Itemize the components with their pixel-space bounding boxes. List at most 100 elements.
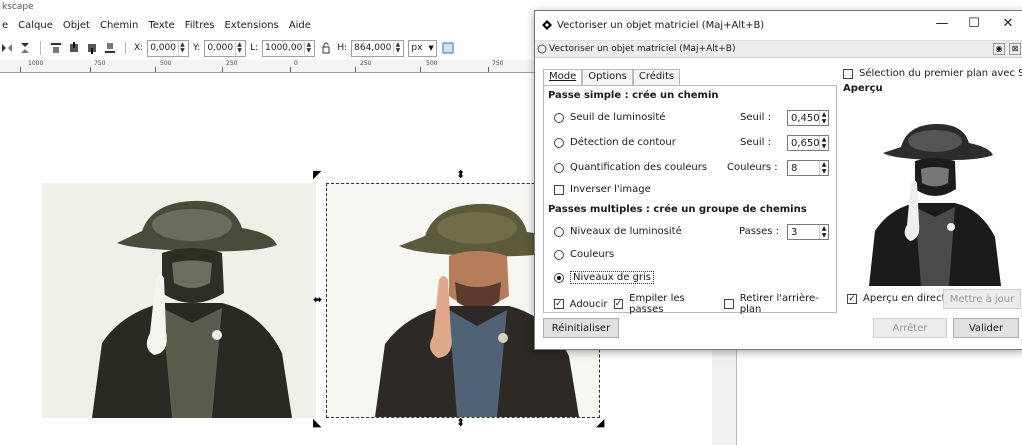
colors-label: Couleurs :: [727, 162, 778, 173]
brightness-threshold-input[interactable]: 0,450 ▲ ▼: [787, 110, 829, 126]
colors-multi-option[interactable]: Couleurs: [554, 249, 614, 260]
brightness-steps-option[interactable]: Niveaux de luminosité: [554, 226, 682, 237]
menu-partial[interactable]: e: [2, 20, 8, 36]
colors-multi-radio[interactable]: [554, 249, 564, 260]
unit-select[interactable]: px ▼: [408, 39, 437, 57]
resize-handle-sw[interactable]: ◣: [313, 417, 321, 428]
smooth-checkbox[interactable]: ✓: [554, 299, 564, 309]
flip-horizontal-icon[interactable]: [0, 41, 14, 55]
x-input[interactable]: 0,000 ▲ ▼: [147, 39, 189, 57]
passes-value: 3: [791, 226, 798, 238]
single-pass-header: Passe simple : crée un chemin: [548, 90, 719, 101]
color-quant-radio[interactable]: [554, 162, 564, 173]
y-spinner-icon[interactable]: ▲ ▼: [235, 41, 243, 55]
flip-vertical-icon[interactable]: [18, 41, 32, 55]
grays-radio[interactable]: [554, 272, 564, 283]
invert-checkbox[interactable]: [554, 184, 564, 195]
close-panel-icon[interactable]: ⊠: [1009, 43, 1021, 55]
ruler-tick: [20, 67, 21, 72]
ruler-label: 1000: [28, 60, 44, 67]
options-row: ✓ Adoucir ✓ Empiler les passes Retirer l…: [554, 293, 836, 315]
transform-icon[interactable]: [441, 41, 455, 55]
resize-handle-n[interactable]: ⬍: [456, 169, 465, 180]
lower-icon[interactable]: [85, 41, 99, 55]
resize-handle-s[interactable]: ⬍: [456, 417, 465, 428]
ruler-tick: [355, 67, 356, 72]
dialog-window-title: Vectoriser un objet matriciel (Maj+Alt+B…: [557, 19, 765, 31]
menu-aide[interactable]: Aide: [289, 20, 311, 36]
raise-to-top-icon[interactable]: [49, 41, 63, 55]
update-button[interactable]: Mettre à jour: [943, 289, 1021, 309]
tab-credits[interactable]: Crédits: [632, 69, 681, 85]
tab-bar: Mode Options Crédits: [543, 69, 681, 85]
width-spinner-icon[interactable]: ▲ ▼: [304, 41, 312, 55]
grays-option[interactable]: Niveaux de gris: [554, 271, 655, 284]
ruler-tick: [488, 67, 489, 72]
resize-handle-w[interactable]: ⬌: [313, 294, 322, 305]
edge-radio[interactable]: [554, 137, 564, 148]
resize-handle-nw[interactable]: ◤: [313, 169, 321, 180]
color-quant-option[interactable]: Quantification des couleurs: [554, 162, 707, 173]
height-input[interactable]: 864,000 ▲ ▼: [351, 39, 405, 57]
undock-icon[interactable]: ◉: [993, 43, 1005, 55]
siox-option[interactable]: Sélection du premier plan avec SIOX: [843, 68, 1022, 79]
spinner-icon[interactable]: ▲ ▼: [819, 225, 828, 239]
minimize-button[interactable]: —: [927, 15, 957, 33]
unit-value: px: [411, 43, 423, 53]
height-spinner-icon[interactable]: ▲ ▼: [393, 41, 401, 55]
colors-multi-label: Couleurs: [570, 249, 615, 260]
colors-input[interactable]: 8 ▲ ▼: [787, 160, 829, 176]
live-preview-option[interactable]: ✓ Aperçu en direct: [847, 293, 946, 304]
maximize-button[interactable]: ☐: [959, 15, 989, 33]
dock-title: Vectoriser un objet matriciel (Maj+Alt+B…: [549, 44, 736, 54]
brightness-radio[interactable]: [554, 112, 564, 123]
ruler-tick: [155, 67, 156, 72]
remove-bg-label: Retirer l'arrière-plan: [739, 293, 819, 315]
tab-mode[interactable]: Mode: [543, 69, 583, 85]
stack-checkbox[interactable]: ✓: [613, 299, 624, 309]
menu-calque[interactable]: Calque: [18, 20, 53, 36]
dock-panel-content: [736, 347, 1022, 445]
stop-button[interactable]: Arrêter: [873, 318, 947, 338]
multi-pass-header: Passes multiples : crée un groupe de che…: [548, 204, 807, 215]
edge-threshold-input[interactable]: 0,650 ▲ ▼: [787, 135, 829, 151]
ok-button[interactable]: Valider: [953, 318, 1019, 338]
menu-chemin[interactable]: Chemin: [100, 20, 138, 36]
reset-button[interactable]: Réinitialiser: [543, 318, 619, 338]
y-input[interactable]: 0,000 ▲ ▼: [204, 39, 247, 57]
live-preview-label: Aperçu en direct: [863, 293, 946, 304]
live-preview-checkbox[interactable]: ✓: [847, 293, 857, 304]
spinner-icon[interactable]: ▲ ▼: [819, 111, 828, 125]
menu-texte[interactable]: Texte: [148, 20, 174, 36]
chevron-down-icon: ▼: [428, 44, 434, 52]
raise-icon[interactable]: [67, 41, 81, 55]
brightness-option[interactable]: Seuil de luminosité: [554, 112, 665, 123]
spinner-icon[interactable]: ▲ ▼: [819, 161, 828, 175]
height-label: H:: [337, 43, 348, 53]
close-button[interactable]: ✕: [993, 15, 1022, 33]
edge-label: Détection de contour: [570, 137, 676, 148]
invert-option[interactable]: Inverser l'image: [554, 184, 651, 195]
x-spinner-icon[interactable]: ▲ ▼: [177, 41, 186, 55]
lock-ratio-icon[interactable]: [319, 41, 333, 55]
x-value: 0,000: [150, 43, 176, 53]
edge-option[interactable]: Détection de contour: [554, 137, 676, 148]
remove-bg-checkbox[interactable]: [724, 299, 734, 309]
tab-options[interactable]: Options: [582, 69, 633, 85]
passes-input[interactable]: 3 ▲ ▼: [787, 224, 829, 240]
passes-label: Passes :: [739, 226, 780, 237]
width-value: 1000,00: [265, 43, 303, 53]
resize-handle-se[interactable]: ◢: [596, 417, 604, 428]
width-input[interactable]: 1000,00 ▲ ▼: [262, 39, 316, 57]
menu-extensions[interactable]: Extensions: [224, 20, 278, 36]
traced-image[interactable]: [42, 183, 316, 418]
spinner-icon[interactable]: ▲ ▼: [819, 136, 828, 150]
y-label: Y:: [192, 43, 201, 53]
brightness-steps-radio[interactable]: [554, 226, 564, 237]
siox-checkbox[interactable]: [843, 68, 853, 79]
ruler-tick: [290, 67, 291, 72]
stack-label: Empiler les passes: [629, 293, 685, 315]
menu-filtres[interactable]: Filtres: [185, 20, 215, 36]
menu-objet[interactable]: Objet: [63, 20, 90, 36]
lower-to-bottom-icon[interactable]: [103, 41, 117, 55]
